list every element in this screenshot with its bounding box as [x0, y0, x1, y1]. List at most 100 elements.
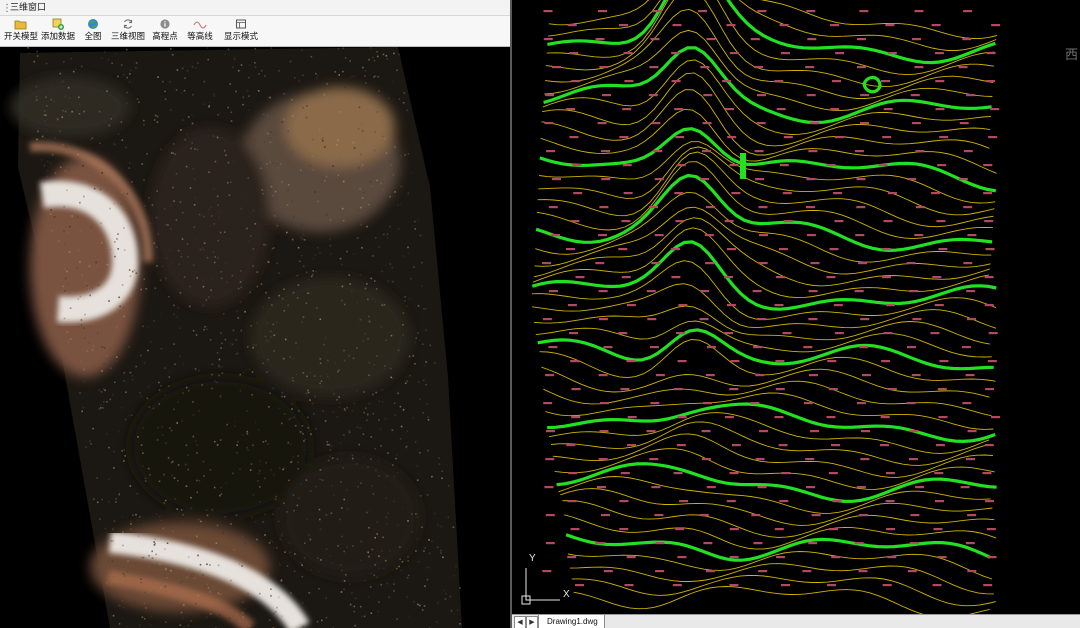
- elevation-label-mark: [759, 234, 768, 237]
- elevation-label-mark: [963, 206, 973, 209]
- elevation-label-mark: [602, 94, 611, 97]
- elevation-label-mark: [983, 164, 993, 167]
- elevation-label-mark: [775, 360, 785, 363]
- rotate-view-icon: [123, 19, 133, 29]
- elevation-label-mark: [961, 346, 971, 349]
- elevation-label-mark: [570, 360, 580, 363]
- elevation-label-mark: [806, 10, 816, 13]
- elevation-label-mark: [963, 262, 973, 265]
- elevation-label-mark: [827, 584, 837, 587]
- elevation-label-mark: [706, 486, 716, 489]
- elevation-label-mark: [545, 542, 555, 545]
- elevation-label-mark: [856, 178, 866, 181]
- elevation-label-mark: [753, 346, 763, 349]
- elevation-label-mark: [938, 248, 948, 251]
- elevation-label-mark: [729, 556, 739, 559]
- elevation-label-mark: [706, 346, 716, 349]
- elevation-label-mark: [702, 150, 711, 153]
- elevation-label-mark: [671, 52, 681, 55]
- add-data-button[interactable]: 添加数据: [40, 17, 76, 45]
- elevation-label-mark: [909, 542, 919, 545]
- layout-tab-bar: ◀ ▶ Drawing1.dwg: [512, 614, 1080, 628]
- elevation-label-mark: [862, 374, 871, 377]
- elevation-label-mark: [724, 108, 734, 111]
- elevation-label-mark: [937, 164, 947, 167]
- toggle-model-button[interactable]: 开关模型: [4, 17, 38, 45]
- elevation-label-mark: [887, 388, 897, 391]
- elevation-label-mark: [783, 136, 793, 139]
- elevation-label-mark: [655, 570, 665, 573]
- elevation-label-mark: [567, 304, 577, 307]
- elevation-label-mark: [834, 136, 844, 139]
- display-mode-icon: [236, 19, 246, 29]
- elevation-label-mark: [677, 416, 687, 419]
- elevation-label-mark: [806, 234, 816, 237]
- contour-button[interactable]: 等高线: [185, 17, 215, 45]
- elevation-label-mark: [856, 206, 866, 209]
- elevation-label-mark: [914, 234, 924, 237]
- elevation-label-mark: [805, 458, 815, 461]
- elevation-label-mark: [982, 472, 992, 475]
- elevation-label-mark: [729, 164, 739, 167]
- folder-open-icon: [14, 20, 27, 30]
- elevation-label-mark: [757, 486, 767, 489]
- elevation-label-mark: [706, 38, 716, 41]
- elevation-label-mark: [779, 24, 789, 27]
- elevation-label-mark: [599, 430, 609, 433]
- elevation-label-mark: [965, 374, 975, 377]
- elevation-label-mark: [988, 332, 998, 335]
- elevation-label-mark: [575, 276, 585, 279]
- elevation-label-mark: [885, 472, 895, 475]
- elevation-label-mark: [671, 276, 681, 279]
- prev-tab-button[interactable]: ◀: [514, 616, 526, 628]
- elevation-label-mark: [566, 248, 575, 251]
- elevation-label-mark: [834, 220, 844, 223]
- three-d-view-button[interactable]: 三维视图: [110, 17, 146, 45]
- point-cloud-viewport[interactable]: [0, 47, 511, 628]
- next-tab-button[interactable]: ▶: [526, 616, 538, 628]
- elevation-label-mark: [651, 262, 661, 265]
- elevation-label-mark: [986, 528, 996, 531]
- elevation-label-mark: [650, 38, 660, 41]
- elevation-label-mark: [626, 304, 636, 307]
- elevation-label-mark: [808, 318, 818, 321]
- elevation-label-mark: [858, 570, 868, 573]
- elevation-label-mark: [654, 514, 664, 517]
- chevron-left-icon: ◀: [517, 619, 523, 626]
- elevation-label-mark: [724, 416, 734, 419]
- elevation-label-mark: [829, 248, 839, 251]
- elevation-label-mark: [806, 178, 816, 181]
- elevation-label-mark: [731, 444, 741, 447]
- elevation-label-mark: [887, 192, 897, 195]
- drawing-file-tab[interactable]: Drawing1.dwg: [538, 615, 605, 628]
- elevation-label-mark: [621, 220, 631, 223]
- elevation-label-mark: [939, 136, 949, 139]
- elevation-label-mark: [705, 374, 715, 377]
- elevation-label-mark: [780, 52, 790, 55]
- elevation-label-mark: [967, 318, 976, 321]
- elevation-label-mark: [781, 584, 790, 587]
- elevation-label-mark: [881, 276, 891, 279]
- full-extent-button[interactable]: 全图: [80, 17, 106, 45]
- elevation-label-mark: [882, 584, 892, 587]
- elevation-label-mark: [619, 500, 629, 503]
- elevation-label-mark: [619, 24, 628, 27]
- elevation-label-mark: [783, 220, 793, 223]
- elevation-label-mark: [650, 402, 660, 405]
- elevation-label-mark: [967, 430, 977, 433]
- elevation-label-mark: [880, 416, 890, 419]
- add-data-icon: [52, 18, 64, 30]
- elevation-label-mark: [649, 66, 659, 69]
- contour-drawing-canvas[interactable]: [512, 0, 1080, 614]
- elevation-label-mark: [646, 290, 656, 293]
- elevation-label-mark: [676, 164, 686, 167]
- side-panel-glyph: 西: [1064, 47, 1078, 62]
- elevation-label-mark: [726, 500, 736, 503]
- elevation-point-button[interactable]: 高程点: [150, 17, 180, 45]
- elevation-label-mark: [571, 388, 581, 391]
- elevation-label-mark: [597, 122, 607, 125]
- display-mode-button[interactable]: 显示模式: [223, 17, 259, 45]
- elevation-label-mark: [963, 10, 973, 13]
- elevation-label-mark: [674, 108, 684, 111]
- elevation-label-mark: [775, 388, 785, 391]
